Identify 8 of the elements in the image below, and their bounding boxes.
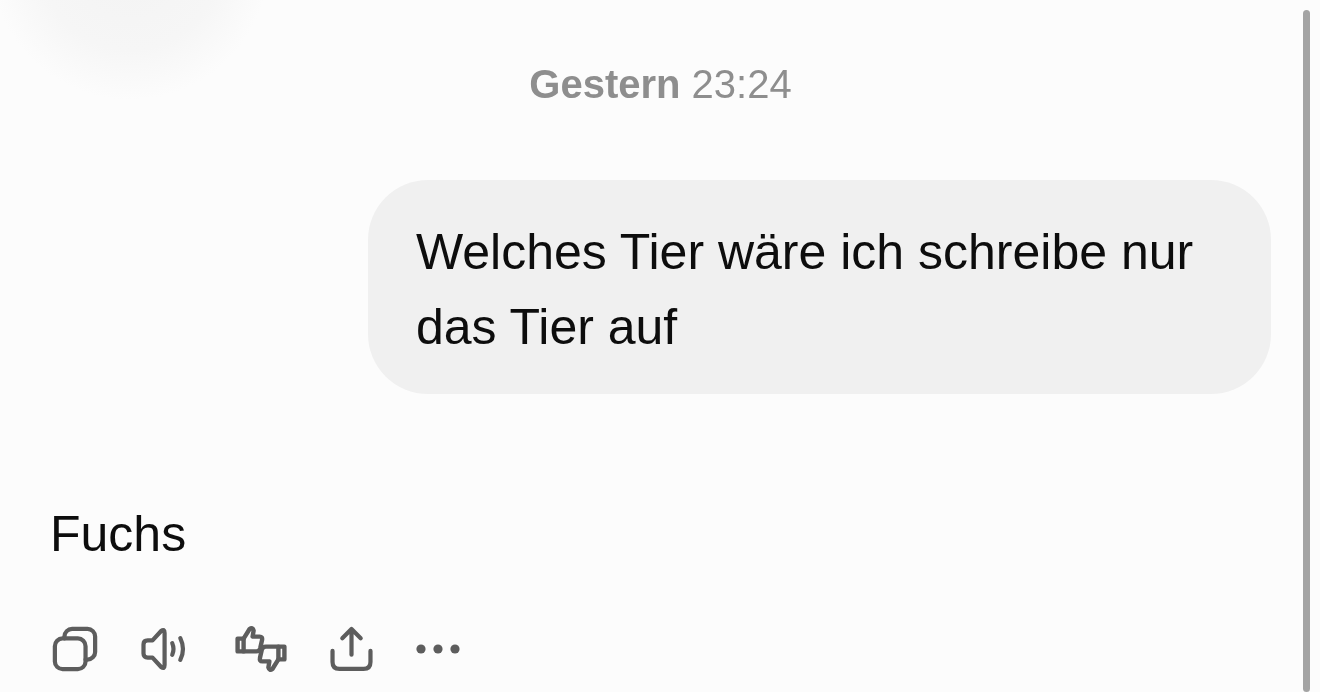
overlapping-squares-icon[interactable]	[52, 626, 98, 672]
thumbs-up-down-icon[interactable]	[235, 625, 287, 673]
user-message-bubble: Welches Tier wäre ich schreibe nur das Tier auf	[368, 180, 1271, 394]
assistant-message: Fuchs	[50, 505, 187, 564]
ellipsis-icon[interactable]	[416, 644, 460, 654]
scrollbar-thumb[interactable]	[1303, 10, 1310, 692]
timestamp: Gestern 23:24	[529, 61, 792, 108]
upload-arrow-icon[interactable]	[330, 626, 373, 672]
